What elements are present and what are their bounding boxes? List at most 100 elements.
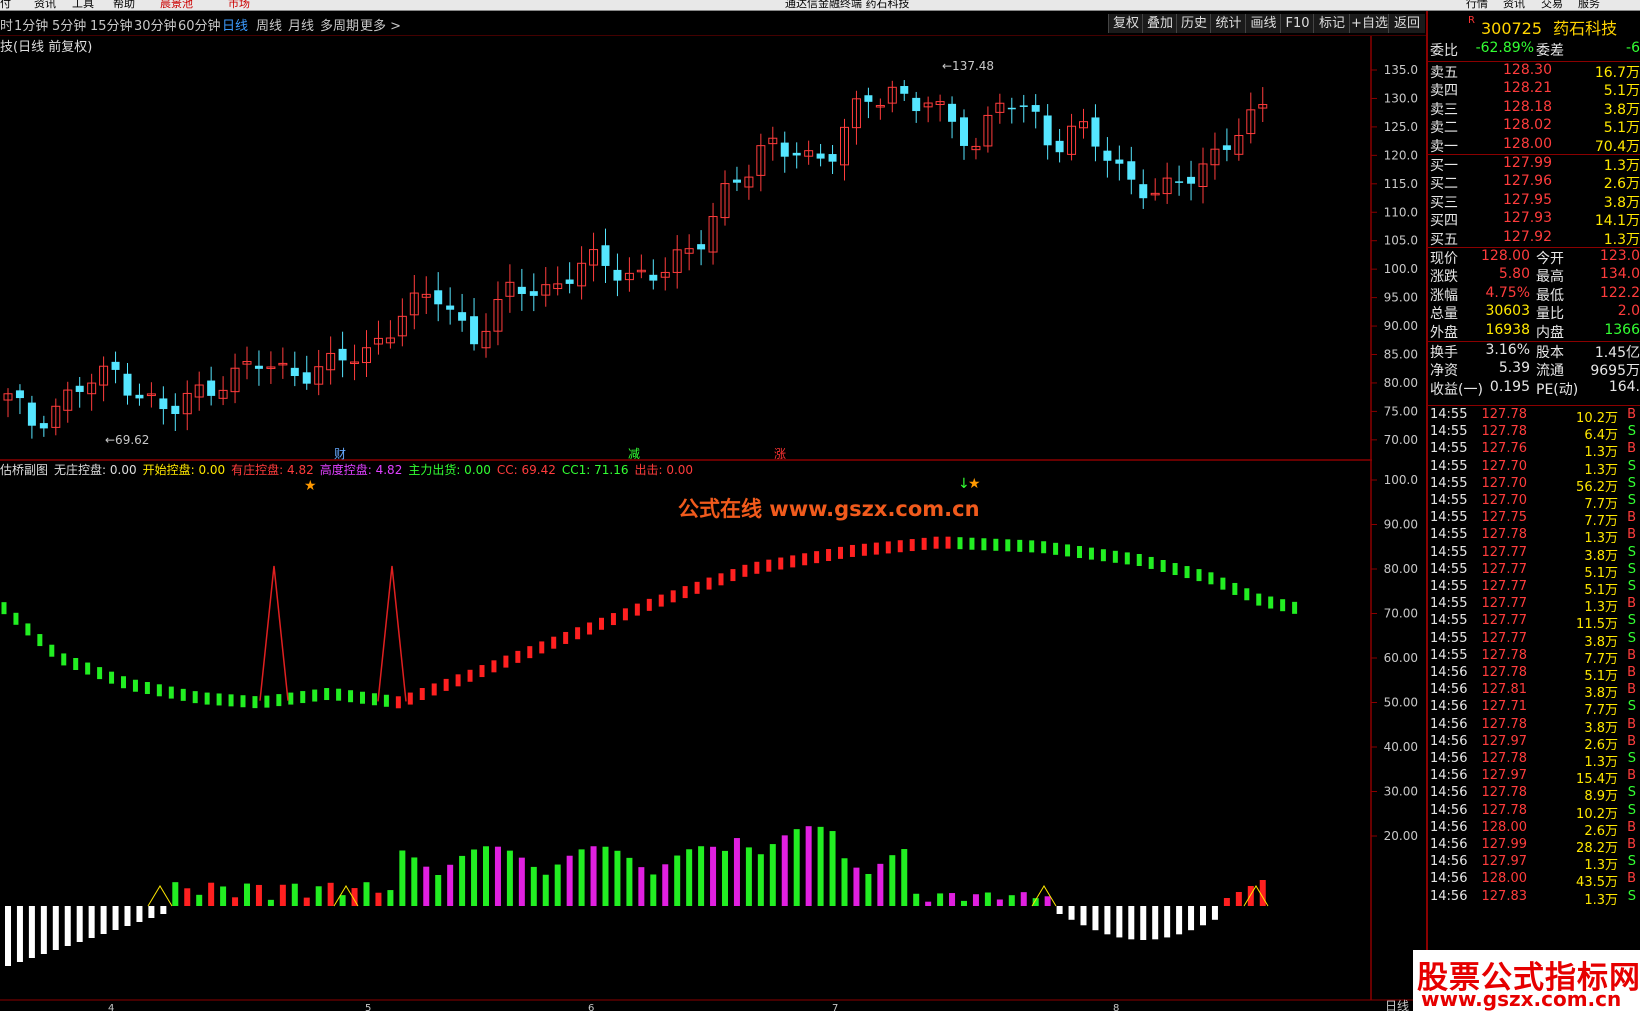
- stat-label: 外盘: [1430, 324, 1458, 341]
- bid-label: 买一: [1430, 158, 1458, 174]
- histogram-bar: [865, 873, 872, 906]
- trade-volume: 3.8万: [1584, 634, 1618, 650]
- histogram-bar: [1068, 906, 1075, 920]
- histogram-bar: [518, 857, 525, 906]
- histogram-bar: [1140, 906, 1147, 940]
- trade-time: 14:56: [1430, 802, 1468, 818]
- histogram-bar: [64, 906, 71, 946]
- histogram-bar: [1247, 886, 1254, 906]
- ask-price: 128.30: [1503, 62, 1552, 78]
- histogram-bar: [244, 883, 250, 906]
- trade-volume: 56.2万: [1576, 479, 1618, 495]
- histogram-bar: [1200, 906, 1206, 926]
- ask-volume: 5.1万: [1603, 120, 1640, 137]
- trade-side: S: [1627, 630, 1636, 646]
- candle-body-down: [948, 103, 957, 122]
- logo-url: www.gszx.com.cn: [1421, 987, 1622, 1011]
- histogram-bar: [841, 858, 848, 906]
- histogram-bar: [745, 847, 752, 906]
- candle-body-down: [123, 373, 132, 396]
- stat-row-2: 涨幅 4.75% 最低 122.2: [1428, 285, 1640, 304]
- trade-price: 127.75: [1481, 510, 1528, 526]
- trade-price: 127.78: [1481, 785, 1528, 801]
- trade-volume: 28.2万: [1576, 841, 1618, 856]
- menu-item-8[interactable]: 资讯: [1503, 0, 1525, 10]
- histogram-bar: [829, 831, 836, 906]
- candle-body-down: [697, 244, 706, 250]
- trade-volume: 1.3万: [1584, 445, 1618, 461]
- trade-price: 127.77: [1481, 596, 1528, 612]
- candle-body-down: [1222, 145, 1231, 150]
- histogram-bar: [160, 906, 167, 914]
- main-axis-label-5: 110.0: [1384, 205, 1418, 219]
- candle-body-down: [75, 385, 84, 392]
- trade-time: 14:55: [1430, 613, 1468, 629]
- ask-label: 卖四: [1430, 83, 1458, 100]
- trade-side: B: [1627, 819, 1636, 835]
- candle-body-down: [1031, 105, 1040, 112]
- time-axis-label-3: 7: [832, 1003, 838, 1011]
- menu-item-7[interactable]: 行情: [1466, 0, 1488, 10]
- histogram-bar: [674, 855, 681, 906]
- candle-body-down: [446, 305, 455, 310]
- trade-volume: 1.3万: [1584, 531, 1618, 547]
- stock-name: 药石科技: [1553, 19, 1618, 38]
- stat-value: 128.00: [1481, 248, 1530, 264]
- trade-time: 14:55: [1430, 561, 1468, 577]
- candle-body-down: [649, 274, 658, 281]
- trade-row: 14:55 127.77 11.5万 S: [1428, 613, 1640, 632]
- histogram-bar: [1223, 898, 1230, 906]
- menu-item-10[interactable]: 服务: [1578, 0, 1600, 10]
- main-axis-label-7: 100.0: [1384, 262, 1418, 276]
- bid-label: 买三: [1430, 194, 1458, 211]
- trade-time: 14:55: [1430, 458, 1468, 474]
- candle-body-down: [15, 390, 24, 399]
- candle-body-down: [828, 154, 837, 162]
- menu-item-9[interactable]: 交易: [1541, 0, 1563, 10]
- bid-volume: 2.6万: [1603, 176, 1640, 193]
- fund-value-2: 164.: [1608, 378, 1640, 395]
- trade-volume: 1.3万: [1584, 600, 1618, 616]
- main-axis-label-6: 105.0: [1384, 234, 1418, 248]
- histogram-bar: [315, 886, 322, 906]
- histogram-bar: [901, 849, 908, 906]
- sub-axis-label-2: 80.00: [1384, 562, 1418, 576]
- histogram-bar: [638, 867, 645, 906]
- fund-label: 净资: [1430, 363, 1458, 380]
- histogram-bar: [817, 826, 824, 906]
- histogram-bar: [447, 864, 454, 906]
- bid-label: 买二: [1430, 176, 1458, 193]
- quote-panel: R 300725 药石科技 委比 -62.89% 委差 -6 卖五 128.30 16.7万卖…: [1426, 11, 1640, 1011]
- trade-time: 14:55: [1430, 407, 1468, 422]
- trade-price: 127.70: [1481, 493, 1528, 508]
- trade-time: 14:55: [1430, 630, 1468, 646]
- bid-price: 127.95: [1503, 191, 1552, 208]
- weibi-label: 委比: [1430, 43, 1458, 59]
- signal-triangle: [147, 885, 173, 907]
- histogram-bar: [1188, 906, 1195, 931]
- candle-body-down: [601, 245, 610, 266]
- indicator-value-7: CC1: 71.16: [561, 463, 629, 477]
- indicator-value-8: 出击: 0.00: [634, 463, 694, 477]
- histogram-bar: [423, 866, 430, 906]
- main-axis-label-11: 80.00: [1384, 376, 1418, 390]
- trade-price: 127.78: [1481, 407, 1528, 422]
- histogram-bar: [255, 884, 262, 906]
- control-spike-line: [259, 565, 289, 701]
- bid-row-1: 买二 127.96 2.6万: [1428, 173, 1640, 192]
- trade-side: S: [1627, 493, 1636, 508]
- bid-label: 买四: [1430, 213, 1458, 230]
- trade-row: 14:55 127.76 1.3万 B: [1428, 441, 1640, 461]
- trade-price: 127.97: [1481, 733, 1528, 749]
- trade-price: 127.78: [1481, 424, 1528, 440]
- histogram-bar: [578, 849, 585, 906]
- trade-volume: 7.7万: [1584, 703, 1618, 719]
- bottom-period-tab[interactable]: 日线: [1385, 999, 1409, 1011]
- bid-row-4: 买五 127.92 1.3万: [1428, 229, 1640, 248]
- trade-side: B: [1627, 441, 1636, 457]
- histogram-bar: [972, 894, 979, 906]
- stat-value-2: 1366: [1604, 321, 1640, 338]
- histogram-bar: [1044, 896, 1051, 906]
- stat-value: 4.75%: [1485, 284, 1530, 301]
- sub-axis-label-0: 100.0: [1384, 473, 1418, 487]
